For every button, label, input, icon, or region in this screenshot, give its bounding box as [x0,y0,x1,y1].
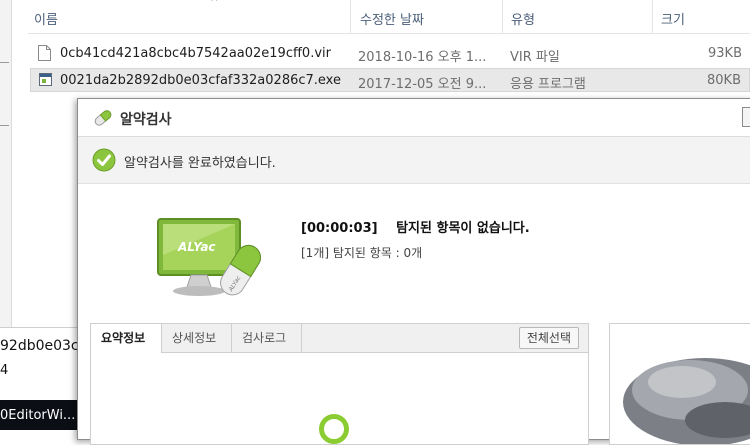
pill-icon [94,110,112,126]
alyac-monitor-logo: ALYac ALYac [157,218,261,296]
scan-status-bar: 알약검사를 완료하였습니다. [78,137,750,184]
exe-file-icon [39,73,52,86]
tab-bar: 요약정보 상세정보 검사로그 전체선택 [91,324,588,353]
column-name-header[interactable]: 이름 [34,9,58,28]
file-size: 93KB [708,46,742,61]
scan-result-text: 탐지된 항목이 없습니다. [396,221,530,236]
file-name: 0cb41cd421a8cbc4b7542aa02e19cff0.vir [60,46,331,61]
file-row[interactable]: 0cb41cd421a8cbc4b7542aa02e19cff0.vir 201… [30,42,750,66]
file-size: 80KB [707,73,741,88]
navigation-pane-edge [0,0,12,330]
scan-elapsed-time: [00:00:03] [301,221,378,236]
file-name-fragment: 92db0e03c [0,338,79,354]
dialog-title: 알약검사 [120,112,172,128]
window-control-button[interactable] [742,107,750,127]
result-tabs-panel: 요약정보 상세정보 검사로그 전체선택 [90,323,589,445]
column-separator[interactable] [652,0,653,33]
alyac-scan-dialog: 알약검사 알약검사를 완료하였습니다. ALYac ALYac [00:00:0… [77,98,750,445]
scan-result-detail: [1개] 탐지된 항목 : 0개 [301,246,423,260]
column-separator[interactable] [350,0,351,33]
file-date: 2017-12-05 오전 9... [358,77,487,92]
text-fragment: 4 [0,363,9,378]
file-type: 응용 프로그램 [510,77,586,92]
dialog-title-bar[interactable]: 알약검사 [78,99,750,137]
column-size-header[interactable]: 크기 [661,9,685,28]
logo-text: ALYac [177,240,216,254]
tab-details[interactable]: 상세정보 [162,324,232,352]
divider [0,125,9,126]
scan-complete-message: 알약검사를 완료하였습니다. [124,156,276,171]
column-type-header[interactable]: 유형 [511,9,535,28]
scan-result-headline: [00:00:03] 탐지된 항목이 없습니다. [301,217,530,236]
ad-image [623,358,750,444]
column-separator[interactable] [502,0,503,33]
tab-summary[interactable]: 요약정보 [91,324,162,353]
taskbar-item-label: 0EditorWi... [0,408,76,423]
column-header-row: ^ 이름 수정한 날짜 유형 크기 [28,0,750,34]
file-type: VIR 파일 [510,50,560,65]
blank-file-icon [38,45,51,61]
tab-scan-log[interactable]: 검사로그 [232,324,302,352]
file-date: 2018-10-16 오후 1... [358,50,487,65]
file-name: 0021da2b2892db0e03cfaf332a0286c7.exe [60,73,341,88]
select-all-button[interactable]: 전체선택 [518,327,579,349]
ad-image-frame[interactable] [609,323,750,445]
taskbar-fragment[interactable]: 0EditorWi... [0,400,77,430]
divider [0,62,9,63]
loading-spinner-icon [319,414,349,444]
sort-ascending-icon: ^ [210,0,219,8]
file-row-selected[interactable]: 0021da2b2892db0e03cfaf332a0286c7.exe 201… [30,68,750,92]
check-circle-icon [92,148,116,172]
column-date-header[interactable]: 수정한 날짜 [360,9,424,28]
